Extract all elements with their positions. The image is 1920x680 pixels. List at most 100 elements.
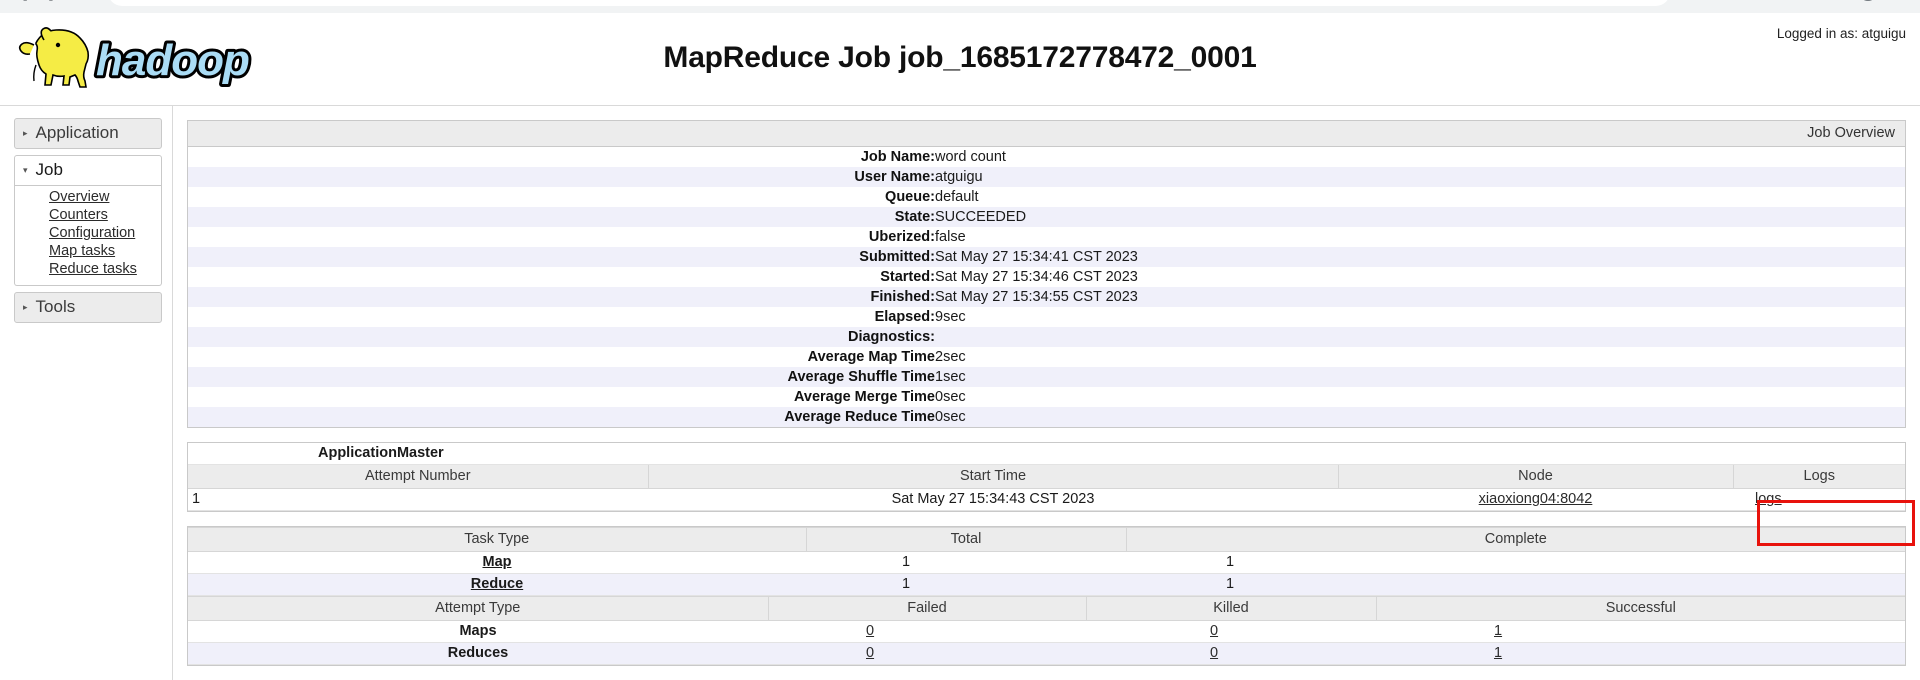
sidebar-item-job[interactable]: ▾ Job — [14, 155, 162, 186]
cell-failed: 0 — [768, 620, 1086, 643]
row-key: Elapsed: — [874, 309, 935, 325]
row-key: Average Shuffle Time — [787, 369, 935, 385]
cell-successful: 1 — [1376, 620, 1905, 643]
table-row: Started: Sat May 27 15:34:46 CST 2023 — [188, 267, 1905, 287]
cell-total: 1 — [806, 573, 1126, 596]
table-row: Submitted: Sat May 27 15:34:41 CST 2023 — [188, 247, 1905, 267]
table-row: Finished: Sat May 27 15:34:55 CST 2023 — [188, 287, 1905, 307]
sidebar-item-application[interactable]: ▸ Application — [14, 118, 162, 149]
row-value: 2sec — [935, 349, 966, 365]
maps-failed-link[interactable]: 0 — [866, 623, 874, 639]
sidebar-link-counters[interactable]: Counters — [49, 207, 161, 224]
bookmark-icon[interactable]: ☆ — [1710, 0, 1736, 5]
sidebar-link-map-tasks[interactable]: Map tasks — [49, 243, 161, 260]
sidebar-link-reduce-tasks[interactable]: Reduce tasks — [49, 261, 161, 278]
row-value: Sat May 27 15:34:41 CST 2023 — [935, 249, 1138, 265]
nav-group-job: ▾ Job Overview Counters Configuration Ma… — [14, 155, 162, 286]
task-summary-box: Task Type Total Complete Map 1 1 Reduce — [187, 526, 1906, 666]
status-badge: SUCCEEDED — [935, 209, 1027, 225]
address-bar[interactable]: ⚠ 不安全 | xiaoxiong02:19888/jobhistory/job… — [108, 0, 1670, 6]
sidebar-item-job-label: Job — [35, 160, 63, 179]
table-row: Elapsed: 9sec — [188, 307, 1905, 327]
column-complete[interactable]: Complete — [1126, 527, 1905, 552]
row-value: 0sec — [935, 409, 966, 425]
reduce-tasks-link[interactable]: Reduce — [471, 576, 523, 592]
sidebar-item-tools[interactable]: ▸ Tools — [14, 292, 162, 323]
chevron-down-icon: ▾ — [23, 164, 28, 175]
sidebar-link-configuration[interactable]: Configuration — [49, 225, 161, 242]
table-row: Reduce 1 1 — [188, 573, 1905, 596]
application-master-caption-row: ApplicationMaster — [188, 443, 1905, 465]
cell-successful: 1 — [1376, 642, 1905, 665]
reduces-killed-link[interactable]: 0 — [1210, 645, 1218, 661]
sidebar-item-application-label: Application — [35, 123, 119, 142]
extensions-icon[interactable]: ⚊ — [1797, 0, 1823, 5]
row-value — [935, 327, 1905, 347]
column-attempt-type[interactable]: Attempt Type — [188, 596, 769, 621]
table-header-row: Attempt Type Failed Killed Successful — [188, 596, 1905, 621]
row-key: Started: — [880, 269, 935, 285]
cell-killed: 0 — [1086, 642, 1376, 665]
cell-complete: 1 — [1126, 573, 1905, 596]
row-value: 9sec — [935, 309, 966, 325]
node-link[interactable]: xiaoxiong04:8042 — [1479, 491, 1593, 507]
window-icon[interactable]: □ — [1826, 0, 1852, 5]
table-row: Diagnostics: — [188, 327, 1905, 347]
forward-arrow-icon[interactable]: ❯ — [40, 0, 66, 5]
page-title: MapReduce Job job_1685172778472_0001 — [663, 41, 1257, 74]
browser-toolbar-icons: ⇱ ☆ ▼ 🏠 ⚊ □ ⋮ — [1678, 0, 1910, 5]
home-icon[interactable]: 🏠 — [1768, 0, 1794, 5]
cell-node: xiaoxiong04:8042 — [1338, 488, 1733, 511]
cell-logs: logs — [1733, 488, 1905, 511]
translate-icon[interactable]: ▼ — [1739, 0, 1765, 5]
reload-icon[interactable]: ↻ — [70, 0, 96, 5]
table-row: Average Shuffle Time 1sec — [188, 367, 1905, 387]
table-row: State: SUCCEEDED — [188, 207, 1905, 227]
row-key: Queue: — [885, 189, 935, 205]
back-arrow-icon[interactable]: ❮ — [10, 0, 36, 5]
table-row: 1 Sat May 27 15:34:43 CST 2023 xiaoxiong… — [188, 488, 1905, 511]
profile-avatar-icon[interactable] — [1855, 0, 1881, 5]
row-key: Diagnostics: — [847, 329, 935, 345]
job-overview-box: Job Overview Job Name: word count User N… — [187, 120, 1906, 428]
share-icon[interactable]: ⇱ — [1681, 0, 1707, 5]
column-node[interactable]: Node — [1338, 464, 1734, 489]
column-killed[interactable]: Killed — [1086, 596, 1377, 621]
row-key: State: — [894, 209, 935, 225]
cell-failed: 0 — [768, 642, 1086, 665]
column-attempt-number[interactable]: Attempt Number — [188, 464, 649, 489]
row-value: word count — [935, 149, 1006, 165]
table-row: Reduces 0 0 1 — [188, 642, 1905, 665]
hadoop-jobhistory-page: Logged in as: atguigu hadoop hadoop MapR… — [0, 13, 1920, 680]
reduces-failed-link[interactable]: 0 — [866, 645, 874, 661]
table-header-row: Attempt Number Start Time Node Logs — [188, 464, 1905, 489]
column-failed[interactable]: Failed — [768, 596, 1087, 621]
job-sub-links: Overview Counters Configuration Map task… — [14, 186, 162, 286]
row-value: Sat May 27 15:34:46 CST 2023 — [935, 269, 1138, 285]
column-successful[interactable]: Successful — [1376, 596, 1905, 621]
column-start-time[interactable]: Start Time — [648, 464, 1339, 489]
row-key: Uberized: — [868, 229, 935, 245]
reduces-successful-link[interactable]: 1 — [1494, 645, 1502, 661]
browser-chrome-bar: ❮ ❯ ↻ ⚠ 不安全 | xiaoxiong02:19888/jobhisto… — [0, 0, 1920, 13]
maps-killed-link[interactable]: 0 — [1210, 623, 1218, 639]
application-master-box: ApplicationMaster Attempt Number Start T… — [187, 442, 1906, 512]
column-total[interactable]: Total — [806, 527, 1127, 552]
column-logs[interactable]: Logs — [1733, 464, 1905, 489]
table-row: Average Merge Time 0sec — [188, 387, 1905, 407]
logs-link[interactable]: logs — [1755, 491, 1782, 507]
map-tasks-link[interactable]: Map — [483, 554, 512, 570]
sidebar-link-overview[interactable]: Overview — [49, 189, 161, 206]
row-value: false — [935, 229, 966, 245]
sidebar-nav: ▸ Application ▾ Job Overview Counters Co… — [0, 106, 173, 680]
maps-successful-link[interactable]: 1 — [1494, 623, 1502, 639]
chevron-right-icon: ▸ — [23, 127, 28, 138]
nav-group-tools: ▸ Tools — [14, 292, 162, 323]
attempt-type-table: Attempt Type Failed Killed Successful Ma… — [188, 596, 1905, 665]
table-row: Average Reduce Time 0sec — [188, 407, 1905, 427]
column-task-type[interactable]: Task Type — [188, 527, 807, 552]
more-menu-icon[interactable]: ⋮ — [1884, 0, 1910, 5]
table-header-row: Task Type Total Complete — [188, 527, 1905, 552]
table-row: Job Name: word count — [188, 147, 1905, 167]
omnibox-separator: | — [173, 0, 177, 1]
